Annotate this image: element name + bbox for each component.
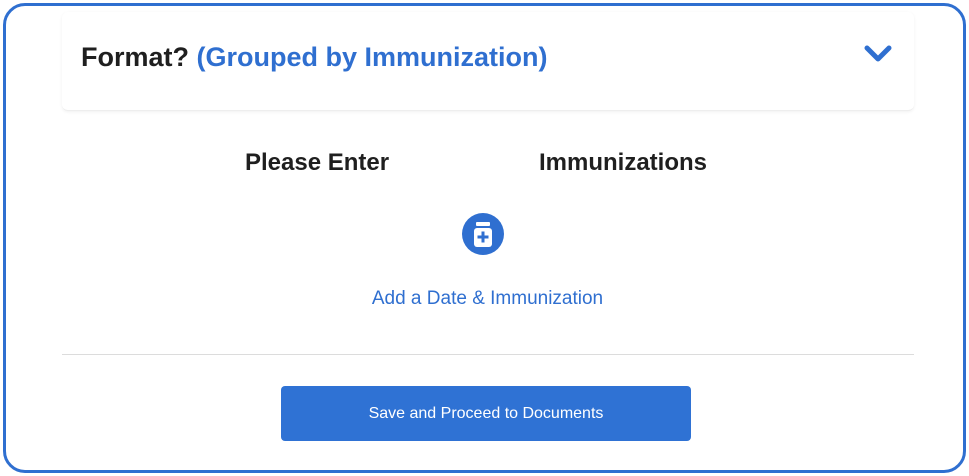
divider	[62, 354, 914, 355]
medicine-bottle-plus-icon[interactable]	[462, 213, 504, 255]
immunization-panel: Format? (Grouped by Immunization) Please…	[3, 3, 966, 473]
heading-immunizations: Immunizations	[539, 149, 708, 176]
format-label: Format?	[81, 42, 189, 72]
add-date-immunization-link[interactable]: Add a Date & Immunization	[6, 288, 969, 310]
format-selector[interactable]: Format? (Grouped by Immunization)	[62, 12, 914, 111]
save-and-proceed-button[interactable]: Save and Proceed to Documents	[281, 386, 691, 441]
format-value: (Grouped by Immunization)	[196, 42, 548, 72]
chevron-down-icon[interactable]	[863, 44, 893, 64]
format-title: Format? (Grouped by Immunization)	[81, 42, 548, 73]
heading-please-enter: Please Enter	[245, 149, 390, 176]
